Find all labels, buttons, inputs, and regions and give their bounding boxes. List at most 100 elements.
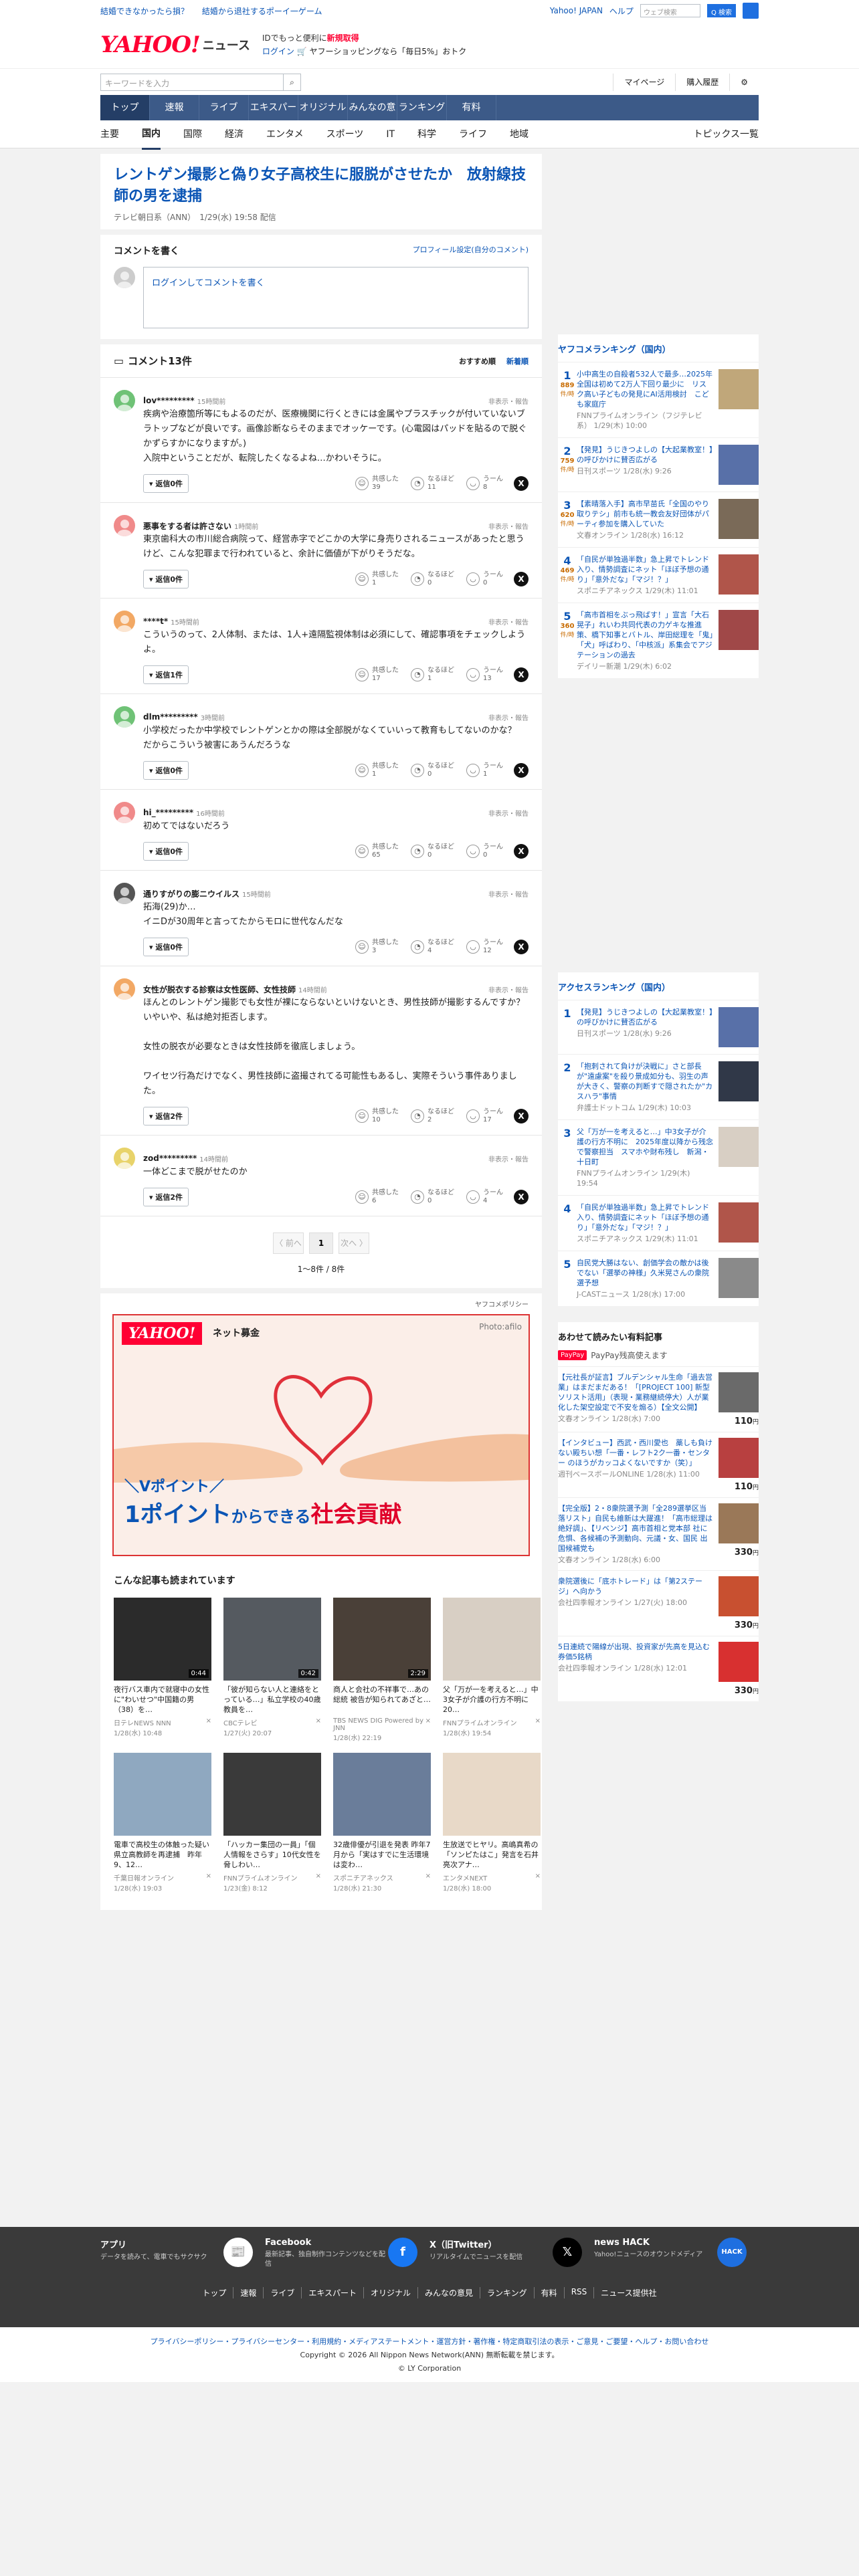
ranking-title[interactable]: 「抱刺されて負けが決戦に」さと部長が"遠慮案"を殺り景成如分も、羽生の声が大きく… xyxy=(577,1062,712,1101)
category-9[interactable]: 地域 xyxy=(510,120,529,148)
report-link[interactable]: 非表示・報告 xyxy=(488,396,529,406)
footer-link[interactable]: RSS xyxy=(563,2287,594,2298)
comment-author[interactable]: ****t* xyxy=(143,617,168,626)
reaction-1[interactable]: ☺ 共感した 17 xyxy=(355,667,399,683)
reaction-3[interactable]: ◡ うーん 17 xyxy=(466,1108,503,1124)
footer-link[interactable]: 速報 xyxy=(233,2287,263,2298)
reaction-1[interactable]: ☺ 共感した 1 xyxy=(355,571,399,587)
yahoo-news-logo[interactable]: YAHOO! ニュース xyxy=(100,31,250,58)
reaction-1[interactable]: ☺ 共感した 3 xyxy=(355,939,399,955)
comment-author[interactable]: 悪事をする者は許さない xyxy=(143,520,231,532)
paid-article[interactable]: 5日連続で陽線が出現、投資家が先高を見込む券価5銘柄 会社四季報オンライン 1/2… xyxy=(558,1636,759,1701)
report-link[interactable]: 非表示・報告 xyxy=(488,808,529,818)
web-search-button[interactable]: Q 検索 xyxy=(706,4,736,17)
reaction-1[interactable]: ☺ 共感した 6 xyxy=(355,1189,399,1205)
related-title[interactable]: 電車で高校生の体触った疑い 県立高教師を再逮捕 昨年9、12… xyxy=(114,1840,211,1870)
reaction-3[interactable]: ◡ うーん 4 xyxy=(466,1189,503,1205)
nav-item-0[interactable]: トップ xyxy=(100,95,150,120)
footer-1[interactable]: Facebook 最新記事、独自制作コンテンツなどを配信 f xyxy=(265,2238,430,2287)
close-icon[interactable]: × xyxy=(535,1717,541,1737)
related-title[interactable]: 生放送でヒヤリ。高嶋真希の「ソンピたはこ」発言を石井亮次アナ… xyxy=(443,1840,541,1870)
related-title[interactable]: 「ハッカー集団の一員」「個人情報をさらす」10代女性を脅しわい… xyxy=(223,1840,321,1870)
reaction-1[interactable]: ☺ 共感した 10 xyxy=(355,1108,399,1124)
reply-button[interactable]: ▾ 返信0件 xyxy=(143,570,189,588)
category-2[interactable]: 国際 xyxy=(183,120,202,148)
comment-author[interactable]: dlm********* xyxy=(143,712,198,722)
ranking-title[interactable]: 【発見】うじきつよしの【大起業教室！】の呼びかけに賛否広がる xyxy=(577,1008,713,1027)
ranking-item[interactable]: 3 620 件/時 【素晴落入手】高市早苗氏「全国のやり取りテシ」前市も統一教会友好団… xyxy=(558,492,759,547)
x-share-icon[interactable]: X xyxy=(514,763,529,778)
article-source[interactable]: テレビ朝日系（ANN） xyxy=(114,213,191,222)
close-icon[interactable]: × xyxy=(535,1872,541,1893)
category-8[interactable]: ライフ xyxy=(459,120,487,148)
yahoo-japan-link[interactable]: Yahoo! JAPAN xyxy=(550,6,603,15)
report-link[interactable]: 非表示・報告 xyxy=(488,521,529,531)
history-link[interactable]: 購入履歴 xyxy=(675,74,729,91)
comment-author[interactable]: hi_********* xyxy=(143,808,193,817)
facebook-icon[interactable]: f xyxy=(388,2238,417,2267)
ranking-item[interactable]: 1 【発見】うじきつよしの【大起業教室！】の呼びかけに賛否広がる 日刊スポーツ 1/… xyxy=(558,1000,759,1054)
ranking-title[interactable]: 【素晴落入手】高市早苗氏「全国のやり取りテシ」前市も統一教会友好団体がパーティ参… xyxy=(577,500,709,528)
paid-title[interactable]: 衆院選後に「底ホトレード」は「第2ステージ」へ向かう xyxy=(558,1577,702,1596)
sort-recommended[interactable]: おすすめ順 xyxy=(459,357,496,366)
app-icon[interactable]: 📰 xyxy=(223,2238,253,2267)
ranking-title[interactable]: 自民党大勝はない、創価学会の敵かは後でない「選挙の神様」久米晃さんの衆院選予想 xyxy=(577,1259,709,1287)
top-link-2[interactable]: 結婚から退社するポーイ一ゲーム xyxy=(202,7,322,16)
paid-title[interactable]: 【元社長が証言】ブルデンシャル生命「過去営業」はまだまだある！「[PROJECT… xyxy=(558,1373,712,1412)
related-title[interactable]: 商人と会社の不祥事で…あの総統 被告が知られてあざと… xyxy=(333,1685,431,1715)
x-icon[interactable]: 𝕏 xyxy=(553,2238,582,2267)
reaction-2[interactable]: ◔ なるほど 0 xyxy=(411,571,454,587)
ranking-item[interactable]: 1 889 件/時 小中高生の自殺者532人で最多…2025年全国は初めて2万人下回り… xyxy=(558,362,759,437)
next-page-button[interactable]: 次へ 〉 xyxy=(339,1232,369,1254)
comment-author[interactable]: lov********* xyxy=(143,396,195,405)
nav-item-1[interactable]: 速報 xyxy=(150,95,199,120)
paid-title[interactable]: 5日連続で陽線が出現、投資家が先高を見込む券価5銘柄 xyxy=(558,1642,710,1661)
sort-newest[interactable]: 新着順 xyxy=(506,357,529,366)
ranking-item[interactable]: 4 「自民が単独過半数」急上昇でトレンド入り、情勢調査にネット「ほぼ予想の通り」「… xyxy=(558,1195,759,1251)
reaction-2[interactable]: ◔ なるほど 0 xyxy=(411,1189,454,1205)
footer-link[interactable]: みんなの意見 xyxy=(417,2287,480,2298)
report-link[interactable]: 非表示・報告 xyxy=(488,1154,529,1164)
nav-item-6[interactable]: ランキング xyxy=(397,95,447,120)
related-title[interactable]: 「彼が知らない人と連絡をとっている…」私立学校の40歳教員を… xyxy=(223,1685,321,1715)
news-search-input[interactable]: キーワードを入力 ⌕ xyxy=(100,74,301,91)
paid-article[interactable]: 【完全版】2・8衆院選予測「全289選挙区当落リスト」自民も維新は大躍進！「高市… xyxy=(558,1497,759,1570)
footer-0[interactable]: アプリ データを読みて、電車でもサクサク 📰 xyxy=(100,2238,265,2287)
close-icon[interactable]: × xyxy=(316,1872,321,1893)
x-share-icon[interactable]: X xyxy=(514,1109,529,1123)
reaction-3[interactable]: ◡ うーん 12 xyxy=(466,939,503,955)
related-title[interactable]: 父「万が一を考えると…」中3女子が介護の行方不明に 20… xyxy=(443,1685,541,1715)
reaction-1[interactable]: ☺ 共感した 65 xyxy=(355,843,399,859)
report-link[interactable]: 非表示・報告 xyxy=(488,617,529,627)
top-link-1[interactable]: 結婚できなかったら損？ xyxy=(100,7,189,16)
reaction-3[interactable]: ◡ うーん 1 xyxy=(466,762,503,778)
nav-item-5[interactable]: みんなの意見 xyxy=(348,95,397,138)
reaction-2[interactable]: ◔ なるほど 4 xyxy=(411,939,454,955)
close-icon[interactable]: × xyxy=(425,1872,431,1893)
category-6[interactable]: IT xyxy=(386,120,395,148)
reaction-2[interactable]: ◔ なるほど 2 xyxy=(411,1108,454,1124)
reply-button[interactable]: ▾ 返信2件 xyxy=(143,1188,189,1206)
ranking-item[interactable]: 5 自民党大勝はない、創価学会の敵かは後でない「選挙の神様」久米晃さんの衆院選予想… xyxy=(558,1251,759,1306)
comment-policy-link[interactable]: ヤフコメポリシー xyxy=(100,1293,542,1314)
reaction-3[interactable]: ◡ うーん 8 xyxy=(466,475,503,492)
x-share-icon[interactable]: X xyxy=(514,940,529,954)
related-article[interactable]: 32歳俳優が引退を発表 昨年7月から「実はすでに生活環境は変わ… スポニチアネック… xyxy=(333,1753,431,1893)
help-link[interactable]: ヘルプ xyxy=(609,5,634,17)
ranking-title[interactable]: 「自民が単独過半数」急上昇でトレンド入り、情勢調査にネット「ほぼ予想の通り」「意… xyxy=(577,555,709,584)
reaction-2[interactable]: ◔ なるほど 0 xyxy=(411,762,454,778)
footer-3[interactable]: news HACK Yahoo!ニュースのオウンドメディア HACK xyxy=(594,2238,759,2287)
ranking-title[interactable]: 父「万が一を考えると…」中3女子が介護の行方不明に 2025年度以降から残念で警… xyxy=(577,1128,713,1166)
x-share-icon[interactable]: X xyxy=(514,476,529,491)
nav-item-2[interactable]: ライブ xyxy=(199,95,249,120)
footer-link[interactable]: ニュース提供社 xyxy=(593,2287,663,2298)
reaction-2[interactable]: ◔ なるほど 0 xyxy=(411,843,454,859)
ranking-title[interactable]: 小中高生の自殺者532人で最多…2025年全国は初めて2万人下回り最少に リスク… xyxy=(577,370,712,409)
x-share-icon[interactable]: X xyxy=(514,844,529,859)
reply-button[interactable]: ▾ 返信0件 xyxy=(143,938,189,956)
paid-article[interactable]: 【インタビュー】西武・西川愛也 藁しも負けない殿ちい想「一番・レフト2ク一番・セ… xyxy=(558,1432,759,1497)
web-search-input[interactable]: ウェブ検索 xyxy=(640,4,700,17)
related-article[interactable]: 父「万が一を考えると…」中3女子が介護の行方不明に 20… FNNプライムオンライ… xyxy=(443,1598,541,1742)
nav-item-3[interactable]: エキスパート xyxy=(249,95,298,138)
reply-button[interactable]: ▾ 返信0件 xyxy=(143,842,189,861)
